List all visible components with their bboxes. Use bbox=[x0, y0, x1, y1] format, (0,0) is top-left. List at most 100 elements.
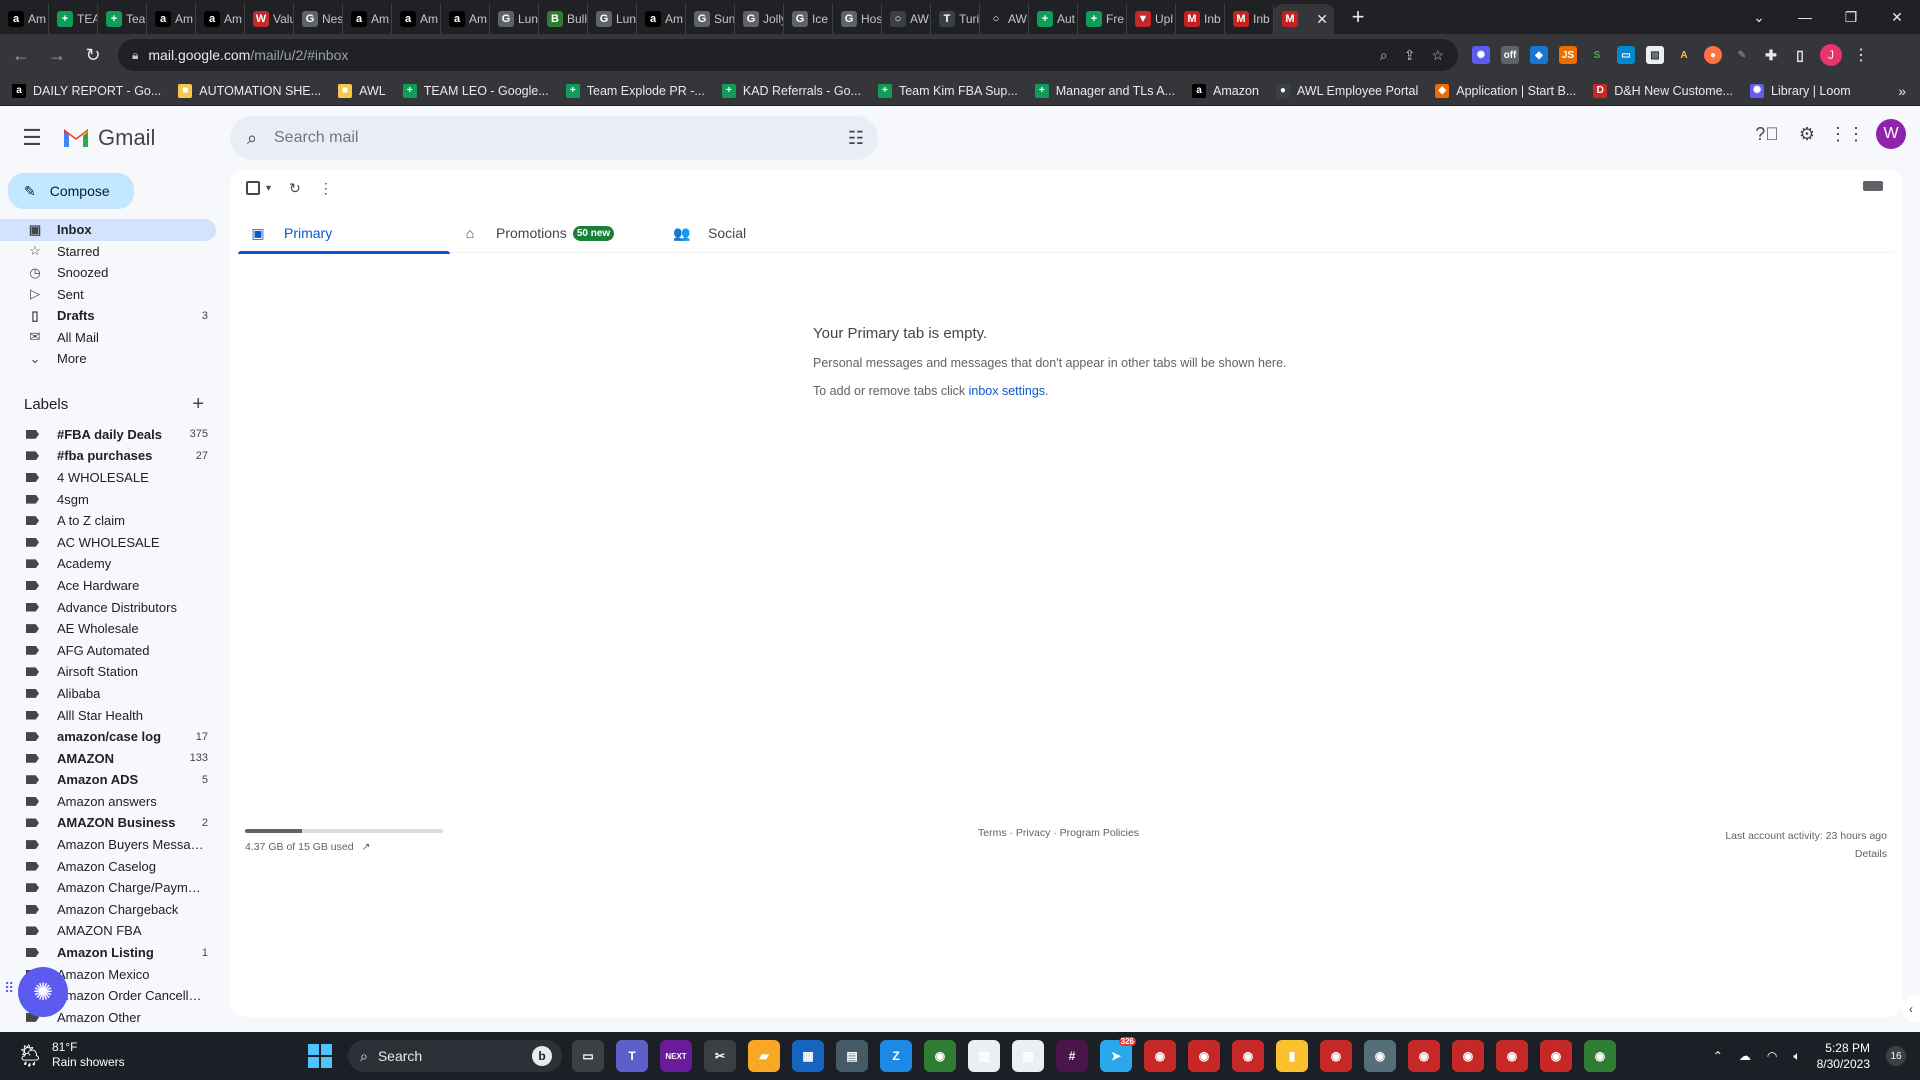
bookmark-item[interactable]: ● AWL Employee Portal bbox=[1275, 83, 1418, 98]
label-item[interactable]: #fba purchases 27 bbox=[0, 445, 216, 467]
footer-links[interactable]: Terms · Privacy · Program Policies bbox=[978, 827, 1139, 839]
restore-button[interactable]: ❐ bbox=[1828, 0, 1874, 34]
add-label-icon[interactable]: + bbox=[192, 393, 204, 416]
select-dropdown-icon[interactable]: ▾ bbox=[266, 183, 271, 194]
chrome-app-3[interactable]: ◉ bbox=[1188, 1040, 1220, 1072]
forward-button[interactable]: → bbox=[42, 40, 72, 70]
browser-tab[interactable]: ▼ Upl bbox=[1127, 4, 1176, 34]
browser-tab[interactable]: G Nes bbox=[294, 4, 343, 34]
search-options-icon[interactable]: ☷ bbox=[848, 128, 864, 149]
extension-circle-icon[interactable]: ● bbox=[1704, 46, 1722, 64]
chart-app-2[interactable]: ▥ bbox=[1012, 1040, 1044, 1072]
main-menu-icon[interactable]: ☰ bbox=[8, 114, 56, 162]
extension-a-icon[interactable]: A bbox=[1675, 46, 1693, 64]
bookmark-item[interactable]: ■ AWL bbox=[338, 83, 386, 98]
account-avatar[interactable]: W bbox=[1876, 119, 1906, 149]
chrome-app-10[interactable]: ◉ bbox=[1540, 1040, 1572, 1072]
label-item[interactable]: AMAZON FBA bbox=[0, 920, 216, 942]
browser-menu-icon[interactable]: ⋮ bbox=[1853, 45, 1869, 65]
browser-tab[interactable]: a Am bbox=[343, 4, 392, 34]
browser-tab[interactable]: G Jolly bbox=[735, 4, 784, 34]
notification-count-badge[interactable]: 16 bbox=[1886, 1046, 1906, 1066]
bookmark-item[interactable]: a DAILY REPORT - Go... bbox=[12, 83, 161, 98]
start-button[interactable] bbox=[308, 1044, 332, 1068]
chrome-app-1[interactable]: ◉ bbox=[924, 1040, 956, 1072]
refresh-icon[interactable]: ↻ bbox=[289, 180, 301, 197]
slack-app[interactable]: # bbox=[1056, 1040, 1088, 1072]
teams-app[interactable]: T bbox=[616, 1040, 648, 1072]
browser-tab[interactable]: a Am bbox=[147, 4, 196, 34]
bookmark-item[interactable]: ■ AUTOMATION SHE... bbox=[178, 83, 321, 98]
sidebar-item-starred[interactable]: ☆ Starred bbox=[0, 241, 216, 263]
label-item[interactable]: AE Wholesale bbox=[0, 618, 216, 640]
label-item[interactable]: AFG Automated bbox=[0, 639, 216, 661]
tray-overflow-icon[interactable]: ⌃ bbox=[1713, 1049, 1723, 1063]
label-item[interactable]: Amazon answers bbox=[0, 791, 216, 813]
browser-tab[interactable]: + Fre bbox=[1078, 4, 1127, 34]
onedrive-icon[interactable]: ☁ bbox=[1739, 1049, 1751, 1063]
extension-off-icon[interactable]: off bbox=[1501, 46, 1519, 64]
sidebar-item-more[interactable]: ⌄ More bbox=[0, 348, 216, 370]
label-item[interactable]: A to Z claim bbox=[0, 510, 216, 532]
extensions-puzzle-icon[interactable]: ✚ bbox=[1762, 46, 1780, 64]
weather-widget[interactable]: 🌦︎ 81°F Rain showers bbox=[16, 1040, 125, 1070]
clock[interactable]: 5:28 PM 8/30/2023 bbox=[1817, 1040, 1870, 1072]
label-item[interactable]: AMAZON Business 2 bbox=[0, 812, 216, 834]
browser-tab[interactable]: M Inb bbox=[1225, 4, 1274, 34]
browser-tab-active[interactable]: M ✕ bbox=[1274, 4, 1334, 34]
tab-social[interactable]: 👥 Social bbox=[662, 213, 874, 253]
browser-tab[interactable]: + TEA bbox=[49, 4, 98, 34]
tab-promotions[interactable]: ⌂ Promotions 50 new bbox=[450, 213, 662, 253]
zoom-app[interactable]: Z bbox=[880, 1040, 912, 1072]
taskbar-search[interactable]: ⌕ Search b bbox=[348, 1040, 562, 1072]
show-side-panel-icon[interactable]: ‹ bbox=[1902, 995, 1920, 1023]
sticky-notes-app[interactable]: ▮ bbox=[1276, 1040, 1308, 1072]
extension-s-icon[interactable]: S bbox=[1588, 46, 1606, 64]
volume-icon[interactable]: 🔈︎ bbox=[1793, 1049, 1800, 1064]
label-item[interactable]: Alibaba bbox=[0, 683, 216, 705]
label-item[interactable]: amazon/case log 17 bbox=[0, 726, 216, 748]
browser-tab[interactable]: a Am bbox=[0, 4, 49, 34]
search-input[interactable] bbox=[274, 129, 814, 147]
extension-image-icon[interactable]: ▧ bbox=[1646, 46, 1664, 64]
sidebar-item-sent[interactable]: ▷ Sent bbox=[0, 284, 216, 306]
browser-tab[interactable]: + Aut bbox=[1029, 4, 1078, 34]
wifi-icon[interactable]: ◠ bbox=[1767, 1049, 1777, 1063]
next-app[interactable]: NEXT bbox=[660, 1040, 692, 1072]
snip-app[interactable]: ✂ bbox=[704, 1040, 736, 1072]
label-item[interactable]: 4 WHOLESALE bbox=[0, 467, 216, 489]
explorer-app[interactable]: ▰ bbox=[748, 1040, 780, 1072]
new-tab-button[interactable]: + bbox=[1344, 4, 1372, 30]
browser-tab[interactable]: a Am bbox=[637, 4, 686, 34]
extension-js-icon[interactable]: JS bbox=[1559, 46, 1577, 64]
label-item[interactable]: Amazon Chargeback bbox=[0, 899, 216, 921]
floating-extension-icon[interactable]: ✺ bbox=[18, 967, 68, 1017]
open-storage-icon[interactable]: ↗ bbox=[362, 841, 371, 853]
browser-tab[interactable]: + Tea bbox=[98, 4, 147, 34]
chrome-app-6[interactable]: ◉ bbox=[1364, 1040, 1396, 1072]
close-window-button[interactable]: ✕ bbox=[1874, 0, 1920, 34]
extension-blue-icon[interactable]: ◆ bbox=[1530, 46, 1548, 64]
label-item[interactable]: AMAZON 133 bbox=[0, 747, 216, 769]
share-icon[interactable]: ⇪ bbox=[1404, 47, 1416, 64]
browser-tab[interactable]: ○ AWI bbox=[980, 4, 1029, 34]
label-item[interactable]: Amazon Buyers Messages bbox=[0, 834, 216, 856]
more-actions-icon[interactable]: ⋮ bbox=[319, 180, 333, 197]
telegram-app[interactable]: ➤ 326 bbox=[1100, 1037, 1136, 1072]
browser-profile-avatar[interactable]: J bbox=[1820, 44, 1842, 66]
bookmark-item[interactable]: + KAD Referrals - Go... bbox=[721, 83, 861, 98]
settings-gear-icon[interactable]: ⚙ bbox=[1796, 123, 1818, 145]
label-item[interactable]: Alll Star Health bbox=[0, 704, 216, 726]
browser-tab[interactable]: a Am bbox=[441, 4, 490, 34]
label-item[interactable]: Airsoft Station bbox=[0, 661, 216, 683]
chrome-app-5[interactable]: ◉ bbox=[1320, 1040, 1352, 1072]
browser-tab[interactable]: T Turi bbox=[931, 4, 980, 34]
browser-tab[interactable]: G Hos bbox=[833, 4, 882, 34]
bookmark-item[interactable]: ◆ Application | Start B... bbox=[1435, 83, 1576, 98]
back-button[interactable]: ← bbox=[6, 40, 36, 70]
sidebar-item-drafts[interactable]: ▯ Drafts 3 bbox=[0, 305, 216, 327]
browser-tab[interactable]: B Bull bbox=[539, 4, 588, 34]
details-link[interactable]: Details bbox=[1725, 845, 1887, 863]
browser-tab[interactable]: M Inb bbox=[1176, 4, 1225, 34]
label-item[interactable]: Amazon Charge/Paymen... bbox=[0, 877, 216, 899]
